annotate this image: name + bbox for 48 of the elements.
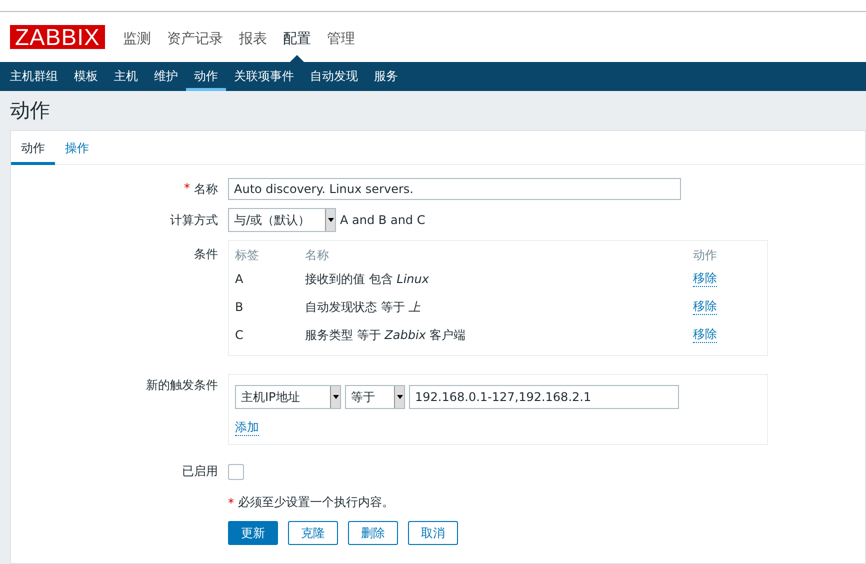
sub-menu-item[interactable]: 模板: [66, 62, 106, 89]
sub-menu-item[interactable]: 动作: [186, 62, 226, 91]
operator-dropdown[interactable]: 等于: [345, 385, 405, 409]
required-mark: *: [228, 496, 234, 510]
tab[interactable]: 动作: [11, 131, 55, 165]
table-cell-text: B: [235, 300, 244, 314]
field-label: 名称: [194, 180, 218, 198]
sub-menu-item[interactable]: 服务: [366, 62, 406, 89]
field-label: 条件: [194, 246, 218, 263]
table-cell-text: 自动发现状态 等于 上: [305, 298, 422, 316]
column-header: 名称: [305, 246, 330, 264]
main-menu-item[interactable]: 报表: [230, 12, 275, 62]
field-label: 新的触发条件: [146, 377, 218, 394]
column-header: 标签: [235, 246, 260, 264]
table-cell-text: 服务类型 等于 Zabbix 客户端: [305, 326, 467, 344]
field-label: 已启用: [182, 463, 218, 480]
remove-link[interactable]: 移除: [693, 271, 717, 287]
sub-menu-item[interactable]: 关联项事件: [226, 62, 302, 89]
page-title: 动作: [10, 97, 50, 124]
table-cell-text: 接收到的值 包含 Linux: [305, 270, 430, 288]
table-cell-text: C: [235, 328, 244, 342]
sub-menu-item[interactable]: 主机: [106, 62, 146, 89]
warning-text: 必须至少设置一个执行内容。: [238, 494, 394, 511]
main-menu-item[interactable]: 管理: [318, 12, 363, 62]
required-mark: *: [184, 180, 190, 196]
logo[interactable]: ZABBIX: [10, 25, 105, 49]
condition-type-dropdown[interactable]: 主机IP地址: [235, 385, 341, 409]
calculation-dropdown[interactable]: 与/或（默认）: [228, 208, 336, 232]
main-menu-item[interactable]: 资产记录: [158, 12, 231, 62]
sub-menu-item[interactable]: 维护: [146, 62, 186, 89]
action-button[interactable]: 删除: [348, 521, 398, 545]
remove-link[interactable]: 移除: [693, 327, 717, 343]
action-button[interactable]: 克隆: [288, 521, 338, 545]
name-field[interactable]: Auto discovery. Linux servers.: [228, 178, 681, 200]
action-button[interactable]: 取消: [408, 521, 458, 545]
sub-menu-item[interactable]: 自动发现: [302, 62, 366, 89]
table-cell-text: A: [235, 272, 244, 286]
column-header: 动作: [693, 246, 718, 264]
main-menu-item[interactable]: 监测: [114, 12, 159, 62]
action-button[interactable]: 更新: [228, 521, 278, 545]
condition-value-field[interactable]: 192.168.0.1-127,192.168.2.1: [409, 385, 679, 409]
enabled-checkbox[interactable]: [228, 464, 244, 480]
sub-menu-item[interactable]: 主机群组: [2, 62, 66, 89]
field-label: 计算方式: [170, 212, 218, 228]
remove-link[interactable]: 移除: [693, 299, 717, 315]
formula-text: A and B and C: [340, 213, 426, 227]
add-link[interactable]: 添加: [235, 420, 259, 436]
tab[interactable]: 操作: [55, 131, 99, 162]
